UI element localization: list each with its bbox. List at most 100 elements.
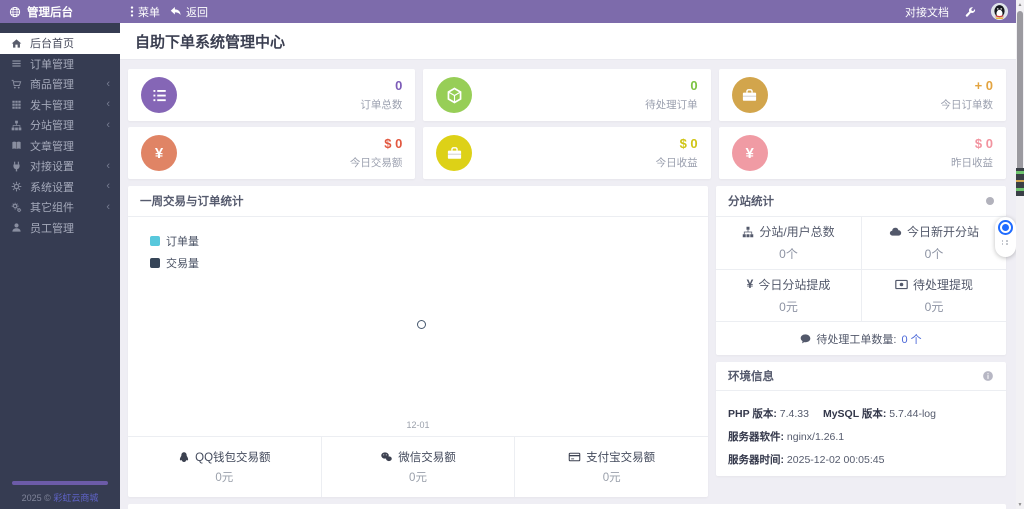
substation-stats-panel: 分站统计 分站/用户总数 0个 今日新开分站 0个 ¥ 今日分站提成 0元 待处… [716,186,1006,355]
stat-value: $ 0 [679,136,698,151]
chart-title: 一周交易与订单统计 [140,196,244,208]
docs-link[interactable]: 对接文档 [905,4,949,20]
sidebar-item-products[interactable]: 商品管理 ‹ [0,74,120,95]
sidebar-item-substations[interactable]: 分站管理 ‹ [0,115,120,136]
vertical-scrollbar[interactable]: ▲ ▼ [1016,0,1024,509]
sidebar-item-label: 文章管理 [30,140,74,153]
drag-handle[interactable] [1001,240,1010,245]
scroll-down-arrow[interactable]: ▼ [1016,500,1024,509]
sidebar-item-label: 其它组件 [30,202,74,215]
back-button[interactable]: 返回 [170,4,208,20]
stat-cards: 0 订单总数 0 待处理订单 + 0 今日订单数 ¥ $ 0 今日交易额 $ 0… [128,69,1006,179]
user-icon [10,222,22,233]
stat-label: 今日交易额 [349,157,403,169]
yen-icon: ¥ [746,277,754,292]
sidebar-item-label: 发卡管理 [30,99,74,112]
substation-title: 分站统计 [728,196,774,208]
server-software-value: nginx/1.26.1 [786,431,845,443]
legend-label: 订单量 [166,236,199,248]
stat-card-today-profit: $ 0 今日收益 [423,127,711,179]
chart-panel-header: 一周交易与订单统计 [128,186,708,217]
weekly-chart-panel: 一周交易与订单统计 订单量 交易量 12-01 QQ钱包交易额 0元 微信交易额… [128,186,708,497]
stat-card-pending-orders: 0 待处理订单 [423,69,711,121]
stat-label: 订单总数 [360,99,403,111]
extension-logo-icon[interactable] [998,220,1013,235]
store-link[interactable]: 彩虹云商城 [53,493,98,503]
sidebar-item-cards[interactable]: 发卡管理 ‹ [0,95,120,116]
sidebar-item-components[interactable]: 其它组件 ‹ [0,197,120,218]
pay-stat-alipay: 支付宝交易额 0元 [514,437,708,497]
brand-label: 管理后台 [27,6,73,19]
sidebar-item-orders[interactable]: 订单管理 [0,54,120,75]
book-icon [10,140,22,151]
menu-toggle-button[interactable]: 菜单 [130,4,160,20]
scrollbar-thumb[interactable] [1017,11,1023,189]
sidebar-item-settings[interactable]: 系统设置 ‹ [0,177,120,198]
comment-icon [800,333,811,344]
list-icon [10,58,22,69]
scrollbar-marker [1016,168,1024,196]
legend-item-orders[interactable]: 订单量 [150,233,199,249]
brand[interactable]: 管理后台 [0,4,120,20]
copyright-text: 2025 © [21,493,51,503]
sidebar-item-articles[interactable]: 文章管理 [0,136,120,157]
briefcase-icon [731,77,768,113]
sidebar: 后台首页 订单管理 商品管理 ‹ 发卡管理 ‹ 分站管理 ‹ 文章管理 对接设置 [0,23,120,509]
pay-stat-value: 0元 [602,472,621,484]
page-header: 自助下单系统管理中心 [120,23,1016,60]
payment-stats-row: QQ钱包交易额 0元 微信交易额 0元 支付宝交易额 0元 [128,436,708,497]
back-arrow-icon [170,6,182,17]
scroll-up-arrow[interactable]: ▲ [1016,0,1024,9]
sidebar-item-label: 商品管理 [30,79,74,92]
sidebar-item-home[interactable]: 后台首页 [0,33,120,54]
php-version-value: 7.4.33 [779,408,809,420]
stat-value: 0 [395,78,403,93]
sidebar-footer: 2025 © 彩虹云商城 [0,481,120,504]
cloud-icon [889,226,902,237]
sidebar-item-label: 员工管理 [30,222,74,235]
floating-extension-widget[interactable] [995,217,1016,257]
server-time-label: 服务器时间: [728,454,784,466]
dot-icon[interactable] [986,197,994,205]
pending-tickets-row: 待处理工单数量: 0 个 [716,321,1006,355]
sidebar-item-staff[interactable]: 员工管理 [0,218,120,239]
pending-tickets-value: 0 个 [901,333,922,346]
back-label: 返回 [186,6,208,19]
env-row-versions: PHP 版本: 7.4.33 MySQL 版本: 5.7.44-log [728,406,994,421]
home-icon [10,38,22,49]
topbar: 管理后台 菜单 返回 对接文档 [0,0,1024,23]
chevron-icon: ‹ [106,180,110,193]
data-point-marker[interactable] [417,320,426,329]
briefcase-icon [436,135,473,171]
credit-card-icon [568,451,581,463]
stat-card-today-turnover: ¥ $ 0 今日交易额 [128,127,416,179]
wrench-icon[interactable] [964,6,976,18]
user-avatar[interactable] [991,3,1008,20]
stat-value: $ 0 [384,136,403,151]
sidebar-item-label: 订单管理 [30,58,74,71]
cogs-icon [10,202,22,213]
next-panel-edge [128,504,1006,509]
sitemap-icon [10,120,22,131]
env-body: PHP 版本: 7.4.33 MySQL 版本: 5.7.44-log 服务器软… [716,391,1006,476]
server-software-label: 服务器软件: [728,431,784,443]
money-icon [895,279,908,290]
legend-item-transactions[interactable]: 交易量 [150,255,199,271]
info-icon[interactable] [982,370,994,382]
substation-cell-value: 0个 [924,247,944,262]
substation-cell-value: 0元 [924,299,944,314]
sitemap-icon [742,226,754,238]
sidebar-item-label: 后台首页 [30,38,74,51]
sidebar-item-integration[interactable]: 对接设置 ‹ [0,156,120,177]
substation-cell-label: 今日分站提成 [758,277,831,292]
yen-icon: ¥ [141,135,177,171]
pay-stat-qq: QQ钱包交易额 0元 [128,437,321,497]
pay-stat-value: 0元 [409,472,427,484]
sidebar-item-label: 分站管理 [30,120,74,133]
chevron-icon: ‹ [106,200,110,213]
substation-cell-value: 0元 [779,299,798,314]
ordered-list-icon [141,77,177,113]
legend-swatch-transactions [150,258,160,268]
pay-stat-label: 支付宝交易额 [586,452,656,464]
substation-cell-label: 今日新开分站 [906,225,979,240]
